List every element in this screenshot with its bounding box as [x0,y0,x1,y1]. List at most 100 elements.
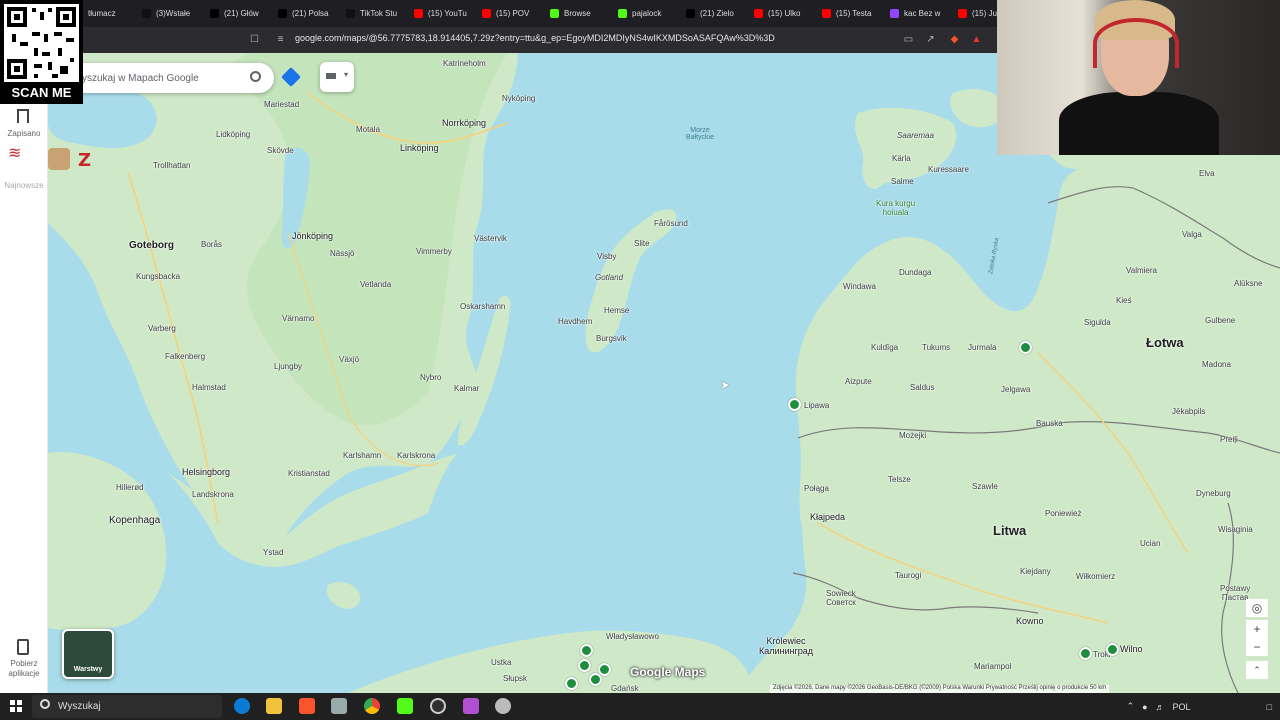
place-jekabpils[interactable]: Jēkabpils [1172,407,1205,416]
place-telsze[interactable]: Telsze [888,475,911,484]
microphone-icon[interactable]: ● [1142,702,1147,712]
browser-tab[interactable]: (15) Testa [818,3,884,25]
place-wisagina[interactable]: Wisaginia [1218,525,1253,534]
place-kura-kurgu[interactable]: Kura kurgu hoiuala [876,199,915,217]
browser-tab[interactable]: kac Bez w [886,3,952,25]
place-ucian[interactable]: Ucian [1140,539,1160,548]
bookmark-icon[interactable]: ☐ [248,33,261,46]
place-sowieck[interactable]: Sowieck Советск [826,589,856,607]
search-input[interactable]: yszukaj w Mapach Google [82,73,199,84]
browser-tab[interactable]: (15) POV [478,3,544,25]
recent-label[interactable]: Najnowsze [0,181,48,190]
place-mariestad[interactable]: Mariestad [264,100,299,109]
phone-icon[interactable] [17,639,29,655]
browser-tab[interactable]: TikTok Stu [342,3,408,25]
place-polaga[interactable]: Połąga [804,484,829,493]
brave-shield-icon[interactable]: ◆ [948,33,961,46]
browser-tab[interactable]: (21) Polsa [274,3,340,25]
saved-place-pin[interactable] [580,644,593,657]
place-windawa[interactable]: Windawa [843,282,876,291]
place-hillerod[interactable]: Hillerød [116,483,144,492]
place-farosund[interactable]: Fårösund [654,219,688,228]
search-icon[interactable] [250,71,261,82]
place-wladyslawowo[interactable]: Władysławowo [606,632,659,641]
place-klajpeda[interactable]: Kłajpeda [810,512,845,522]
place-halmstad[interactable]: Halmstad [192,383,226,392]
app-icon[interactable] [331,698,347,714]
place-tukums[interactable]: Tukums [922,343,950,352]
search-box[interactable]: yszukaj w Mapach Google [78,63,301,93]
place-kuressaare[interactable]: Kuressaare [928,165,969,174]
place-kuldiga[interactable]: Kuldīga [871,343,898,352]
place-varnamo[interactable]: Värnamo [282,314,314,323]
place-mozejki[interactable]: Możejki [899,431,926,440]
collapse-button[interactable]: ⌃ [1246,661,1268,679]
place-lipawa[interactable]: Lipawa [804,401,829,410]
place-vastervik[interactable]: Västervik [474,234,507,243]
language-indicator[interactable]: POL [1173,702,1191,712]
saved-place-pin[interactable] [578,659,591,672]
browser-tab[interactable]: (21) Głów [206,3,272,25]
place-hemse[interactable]: Hemse [604,306,629,315]
site-settings-icon[interactable]: ≡ [274,33,287,46]
app-icon-3[interactable] [495,698,511,714]
place-mariampol[interactable]: Mariampol [974,662,1011,671]
place-gotland[interactable]: Gotland [595,273,623,282]
place-wilkomierz[interactable]: Wiłkomierz [1076,572,1115,581]
place-kiejdany[interactable]: Kiejdany [1020,567,1051,576]
kick-icon[interactable] [397,698,413,714]
chevron-up-icon[interactable]: ⌃ [1127,701,1135,712]
place-karlshamn[interactable]: Karlshamn [343,451,381,460]
place-linkoping[interactable]: Linköping [400,143,439,153]
place-slite[interactable]: Slite [634,239,650,248]
brave-rewards-icon[interactable]: ▲ [970,33,983,46]
place-wilno[interactable]: Wilno [1120,644,1143,654]
windows-start-icon[interactable] [10,700,22,712]
place-vetlanda[interactable]: Vetlanda [360,280,391,289]
browser-tab[interactable]: (3)Wstałe [138,3,204,25]
browser-tab[interactable]: (21) Zielo [682,3,748,25]
place-jelgava[interactable]: Jelgawa [1001,385,1030,394]
place-saaremaa[interactable]: Saaremaa [897,131,934,140]
place-vaxjo[interactable]: Växjö [339,355,359,364]
place-motala[interactable]: Motala [356,125,380,134]
place-jurmala[interactable]: Jurmala [968,343,996,352]
place-goteborg[interactable]: Goteborg [129,240,174,251]
saved-label[interactable]: Zapisano [0,129,48,138]
place-poniewiez[interactable]: Poniewież [1045,509,1081,518]
place-valga[interactable]: Valga [1182,230,1202,239]
notifications-icon[interactable]: □ [1267,702,1272,712]
app-icon-2[interactable] [463,698,479,714]
place-elva[interactable]: Elva [1199,169,1215,178]
zoom-in-button[interactable]: + [1246,620,1268,638]
get-app-label-2[interactable]: aplikacje [0,669,48,678]
place-taurogi[interactable]: Taurogi [895,571,921,580]
place-slupsk[interactable]: Słupsk [503,674,527,683]
saved-place-pin[interactable] [1019,341,1032,354]
place-jonkoping[interactable]: Jönköping [292,231,333,241]
zoom-out-button[interactable]: − [1246,638,1268,656]
browser-tab[interactable]: Browse [546,3,612,25]
place-falkenberg[interactable]: Falkenberg [165,352,205,361]
saved-icon[interactable] [17,109,29,123]
place-nybro[interactable]: Nybro [420,373,441,382]
place-varberg[interactable]: Varberg [148,324,176,333]
place-sigulda[interactable]: Sigulda [1084,318,1111,327]
place-dundaga[interactable]: Dundaga [899,268,931,277]
place-trollhattan[interactable]: Trollhattan [153,161,191,170]
place-burgsvik[interactable]: Burgsvik [596,334,627,343]
place-skovde[interactable]: Skövde [267,146,294,155]
place-gdansk[interactable]: Gdańsk [611,684,639,693]
chrome-icon[interactable] [364,698,380,714]
my-location-button[interactable]: ◎ [1246,599,1268,617]
place-ustka[interactable]: Ustka [491,658,511,667]
place-kies[interactable]: Kieś [1116,296,1132,305]
taskbar-search[interactable]: Wyszukaj [32,695,222,718]
saved-place-pin[interactable] [565,677,578,690]
saved-place-pin[interactable] [1106,643,1119,656]
place-visby[interactable]: Visby [597,252,616,261]
edge-icon[interactable] [234,698,250,714]
place-vimmerby[interactable]: Vimmerby [416,247,452,256]
place-boras[interactable]: Borås [201,240,222,249]
place-dyneburg[interactable]: Dyneburg [1196,489,1231,498]
